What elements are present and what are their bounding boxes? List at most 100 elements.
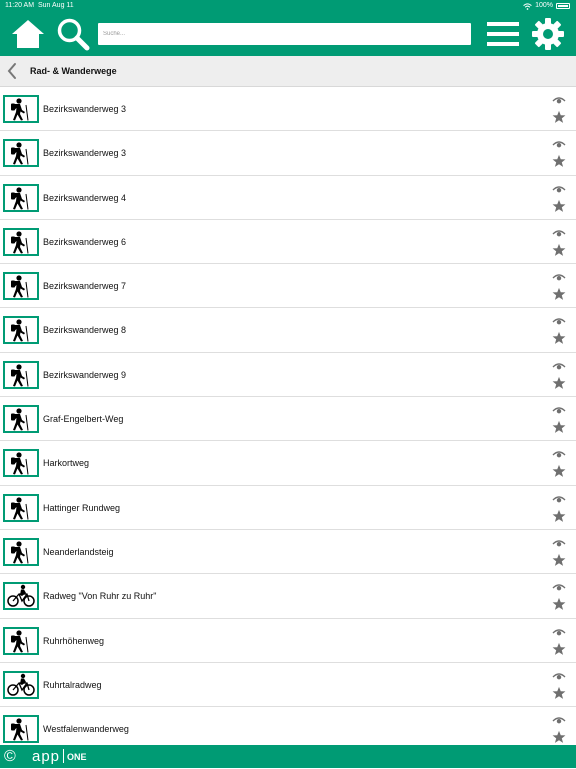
battery-percent: 100% [535,2,553,9]
route-name: Neanderlandsteig [43,546,114,557]
eye-icon[interactable] [552,669,566,680]
settings-button[interactable] [530,16,566,52]
route-list-item[interactable]: Westfalenwanderweg [0,707,576,745]
menu-button[interactable] [485,16,521,52]
status-time: 11:20 AM [5,2,35,9]
search-input[interactable] [98,23,471,45]
hiker-icon [3,360,39,389]
route-name: Bezirkswanderweg 9 [43,369,127,380]
eye-icon[interactable] [552,93,566,104]
route-list-item[interactable]: Radweg "Von Ruhr zu Ruhr" [0,574,576,619]
eye-icon[interactable] [552,625,566,635]
route-list-item[interactable]: Bezirkswanderweg 9 [0,352,576,398]
route-name: Westfalenwanderweg [43,724,129,735]
hiker-icon [3,272,39,301]
search-icon [57,18,90,51]
hiker-icon [3,715,39,744]
hiker-icon [3,139,39,168]
star-icon[interactable] [552,730,566,744]
brand-logo: app ONE [32,745,87,769]
hiker-icon [3,449,39,478]
page-title: Rad- & Wanderwege [30,66,117,76]
hiker-icon [3,183,39,212]
route-name: Bezirkswanderweg 7 [43,281,127,292]
star-icon[interactable] [552,597,566,611]
eye-icon[interactable] [552,270,566,281]
cyclist-icon [3,582,39,611]
route-list-item[interactable]: Ruhrhöhenweg [0,618,576,663]
route-name: Bezirkswanderweg 3 [43,148,127,159]
search-button[interactable] [55,16,91,52]
toolbar [0,12,576,56]
footer: © app ONE [0,745,576,768]
route-name: Bezirkswanderweg 6 [43,236,127,247]
route-list-item[interactable]: Bezirkswanderweg 3 [0,87,576,132]
star-icon[interactable] [552,686,566,700]
hiker-icon [3,316,39,345]
hiker-icon [3,626,39,655]
star-icon[interactable] [552,110,566,124]
hamburger-menu-icon [487,22,519,46]
route-name: Ruhrhöhenweg [43,635,105,646]
route-list-item[interactable]: Bezirkswanderweg 7 [0,264,576,309]
route-list: Bezirkswanderweg 3 Bezirkswanderweg 3 Bezi… [0,87,576,745]
route-name: Bezirkswanderweg 3 [43,104,127,114]
eye-icon[interactable] [552,182,566,192]
cyclist-icon [3,670,39,699]
brand-separator [63,749,65,763]
brand-one-text: ONE [67,752,87,762]
gear-icon [532,18,564,50]
route-name: Ruhrtalradweg [43,679,102,690]
route-list-item[interactable]: Bezirkswanderweg 8 [0,308,576,353]
eye-icon[interactable] [552,403,566,414]
eye-icon[interactable] [552,580,566,591]
star-icon[interactable] [552,243,566,257]
navigation-bar: Rad- & Wanderwege [0,56,576,87]
eye-icon[interactable] [552,713,566,724]
copyright-symbol: © [4,748,16,765]
eye-icon[interactable] [552,226,566,237]
star-icon[interactable] [552,509,566,523]
star-icon[interactable] [552,331,566,345]
hiker-icon [3,227,39,256]
star-icon[interactable] [552,553,566,567]
star-icon[interactable] [552,287,566,301]
route-name: Graf-Engelbert-Weg [43,414,124,425]
hiker-icon [3,405,39,434]
route-name: Radweg "Von Ruhr zu Ruhr" [43,591,157,602]
status-date: Sun Aug 11 [38,2,74,9]
star-icon[interactable] [552,376,566,390]
hiker-icon [3,537,39,566]
route-list-item[interactable]: Hattinger Rundweg [0,485,576,530]
hiker-icon [3,95,39,123]
eye-icon[interactable] [552,536,566,547]
home-button[interactable] [10,16,46,52]
hiker-icon [3,493,39,522]
route-list-item[interactable]: Bezirkswanderweg 6 [0,219,576,265]
home-icon [12,20,44,48]
back-button[interactable] [4,62,20,80]
star-icon[interactable] [552,199,566,213]
eye-icon[interactable] [552,314,566,325]
star-icon[interactable] [552,464,566,478]
route-list-item[interactable]: Harkortweg [0,441,576,486]
eye-icon[interactable] [552,359,566,370]
route-list-item[interactable]: Ruhrtalradweg [0,662,576,708]
route-list-item[interactable]: Graf-Engelbert-Weg [0,397,576,442]
route-list-item[interactable]: Neanderlandsteig [0,529,576,575]
star-icon[interactable] [552,642,566,656]
battery-icon [556,3,570,9]
star-icon[interactable] [552,154,566,168]
eye-icon[interactable] [552,447,566,458]
star-icon[interactable] [552,420,566,434]
eye-icon[interactable] [552,492,566,503]
wifi-icon [523,2,532,10]
status-bar: 11:20 AM Sun Aug 11 100% [0,0,576,12]
eye-icon[interactable] [552,137,566,148]
route-list-item[interactable]: Bezirkswanderweg 4 [0,175,576,220]
route-list-item[interactable]: Bezirkswanderweg 3 [0,131,576,176]
route-name: Harkortweg [43,458,90,469]
brand-app-text: app [32,748,61,765]
route-name: Bezirkswanderweg 8 [43,325,127,336]
chevron-left-icon [7,63,16,79]
